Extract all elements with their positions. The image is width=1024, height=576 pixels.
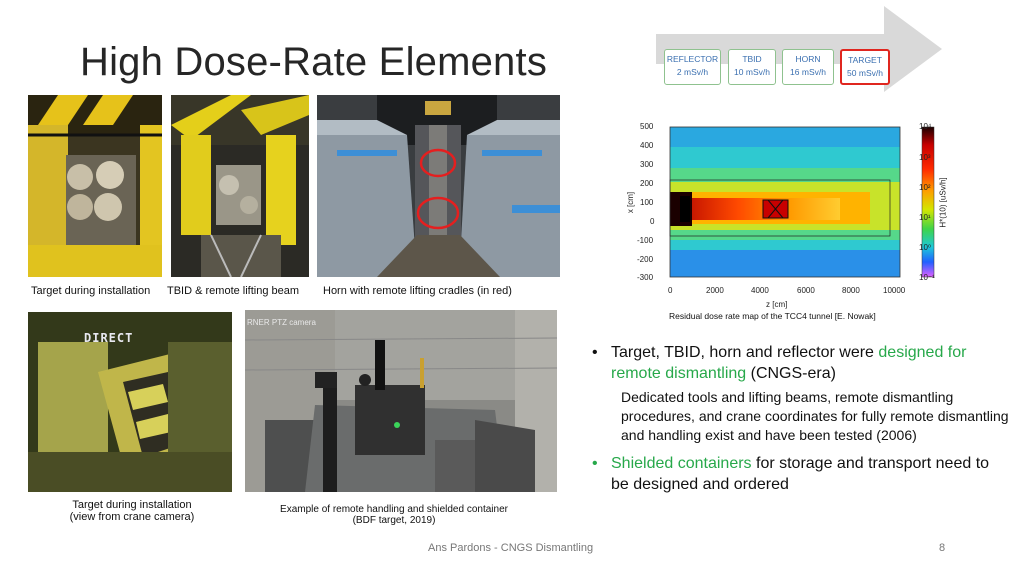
photo-crane-camera: DIRECT <box>28 312 232 492</box>
cbar-tick-1e3: 10³ <box>919 153 931 162</box>
y-axis-label: x [cm] <box>626 191 636 214</box>
stage-target-dose: 50 mSv/h <box>847 68 883 78</box>
stage-horn-name: HORN <box>795 54 821 64</box>
bullet1-post: (CNGS-era) <box>746 365 836 382</box>
y-tick-neg200: -200 <box>637 255 654 264</box>
y-tick-0: 0 <box>650 217 655 226</box>
page-number: 8 <box>939 542 946 554</box>
y-tick-100: 100 <box>640 198 654 207</box>
x-axis-label: z [cm] <box>766 300 788 309</box>
caption-remote-handling-line2: (BDF target, 2019) <box>352 515 436 526</box>
stage-reflector-dose: 2 mSv/h <box>676 67 709 77</box>
bullet-list: • Target, TBID, horn and reflector were … <box>590 342 1010 495</box>
dose-flow-diagram: REFLECTOR 2 mSv/h TBID 10 mSv/h HORN 16 … <box>656 6 942 92</box>
y-tick-200: 200 <box>640 179 654 188</box>
bullet-dot: • <box>592 455 598 472</box>
remote-handling-overlay: RNER PTZ camera <box>247 318 316 327</box>
cbar-tick-1e4: 10⁴ <box>919 122 932 131</box>
photo-horn-cradles <box>317 95 560 277</box>
bullet1-pre: Target, TBID, horn and reflector were <box>611 344 879 361</box>
bullet2-highlight: Shielded containers <box>611 455 752 472</box>
photo-target-installation <box>28 95 162 277</box>
flow-stage-reflector: REFLECTOR 2 mSv/h <box>664 49 721 85</box>
caption-tbid-beam: TBID & remote lifting beam <box>167 285 300 297</box>
bullet-dot: • <box>592 344 598 361</box>
caption-horn-cradles: Horn with remote lifting cradles (in red… <box>323 285 512 297</box>
slide-title: High Dose-Rate Elements <box>80 40 548 84</box>
bullet-shielded-containers: • Shielded containers for storage and tr… <box>590 453 1010 495</box>
cbar-tick-1e1: 10¹ <box>919 213 931 222</box>
bullet-remote-dismantling: • Target, TBID, horn and reflector were … <box>590 342 1010 384</box>
x-tick-10000: 10000 <box>883 286 906 295</box>
x-tick-0: 0 <box>668 286 673 295</box>
cbar-tick-1e0: 10⁰ <box>919 243 932 252</box>
photo-tbid-beam <box>171 95 309 277</box>
stage-reflector-name: REFLECTOR <box>666 54 719 64</box>
flow-stage-target: TARGET 50 mSv/h <box>840 49 890 85</box>
x-tick-8000: 8000 <box>842 286 860 295</box>
photo-remote-handling: RNER PTZ camera <box>245 310 557 492</box>
stage-tbid-name: TBID <box>742 54 762 64</box>
caption-target-installation: Target during installation <box>31 285 151 297</box>
stage-target-name: TARGET <box>848 55 882 65</box>
stage-horn-dose: 16 mSv/h <box>790 67 826 77</box>
caption-remote-handling-line1: Example of remote handling and shielded … <box>280 504 508 515</box>
y-tick-neg300: -300 <box>637 273 654 282</box>
flow-stage-tbid: TBID 10 mSv/h <box>728 49 776 85</box>
x-tick-6000: 6000 <box>797 286 815 295</box>
cbar-tick-1e-1: 10⁻¹ <box>919 273 935 282</box>
footer-text: Ans Pardons - CNGS Dismantling <box>428 542 594 554</box>
bullet1-subtext: Dedicated tools and lifting beams, remot… <box>621 389 1009 443</box>
caption-crane-camera: Target during installation (view from cr… <box>52 499 212 523</box>
y-tick-400: 400 <box>640 141 654 150</box>
caption-crane-camera-line1: Target during installation <box>72 499 192 511</box>
x-tick-4000: 4000 <box>751 286 769 295</box>
cbar-tick-1e2: 10² <box>919 183 931 192</box>
y-tick-neg100: -100 <box>637 236 654 245</box>
caption-remote-handling: Example of remote handling and shielded … <box>262 504 526 526</box>
crane-camera-overlay: DIRECT <box>84 331 134 345</box>
dose-map-caption: Residual dose rate map of the TCC4 tunne… <box>669 311 876 321</box>
y-tick-300: 300 <box>640 160 654 169</box>
stage-tbid-dose: 10 mSv/h <box>734 67 770 77</box>
x-tick-2000: 2000 <box>706 286 724 295</box>
caption-crane-camera-line2: (view from crane camera) <box>69 511 195 523</box>
flow-stage-horn: HORN 16 mSv/h <box>782 49 834 85</box>
y-tick-500: 500 <box>640 122 654 131</box>
dose-rate-map: 500 400 300 200 100 0 -100 -200 -300 x [… <box>626 120 968 320</box>
colorbar-label: H*(10) [uSv/h] <box>938 177 948 228</box>
